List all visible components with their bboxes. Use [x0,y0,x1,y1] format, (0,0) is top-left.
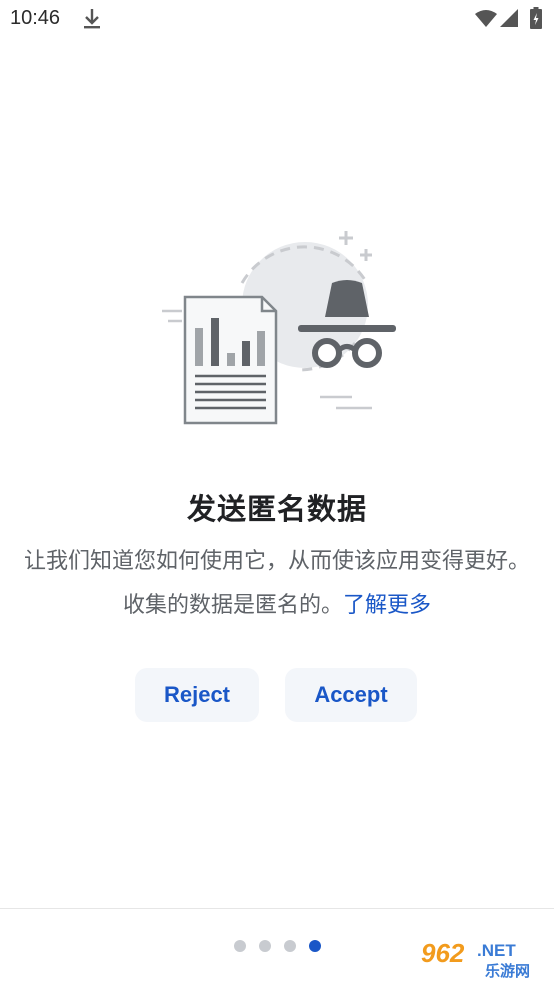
page-title: 发送匿名数据 [186,492,367,526]
reject-button[interactable]: Reject [135,668,259,722]
page-dot[interactable] [284,940,296,952]
divider [0,908,554,909]
page-dot[interactable] [234,940,246,952]
signal-icon [500,9,518,27]
status-bar: 10:46 [0,0,554,38]
description: 让我们知道您如何使用它，从而使该应用变得更好。收集的数据是匿名的。了解更多 [20,540,534,628]
watermark-logo: 962 .NET 乐游网 [415,938,551,980]
document-chart-and-incognito-icon [162,231,396,425]
battery-icon [530,7,542,29]
accept-button[interactable]: Accept [285,668,417,722]
watermark-suffix: .NET [477,941,516,960]
watermark-caption: 乐游网 [485,962,530,980]
page-dot[interactable] [259,940,271,952]
watermark-number: 962 [421,938,465,968]
download-icon [84,9,100,29]
learn-more-link[interactable]: 了解更多 [343,593,431,618]
page-dot-active[interactable] [309,940,321,952]
status-time: 10:46 [10,7,61,29]
wifi-icon [475,10,497,27]
description-text: 让我们知道您如何使用它，从而使该应用变得更好。收集的数据是匿名的。 [23,549,530,618]
